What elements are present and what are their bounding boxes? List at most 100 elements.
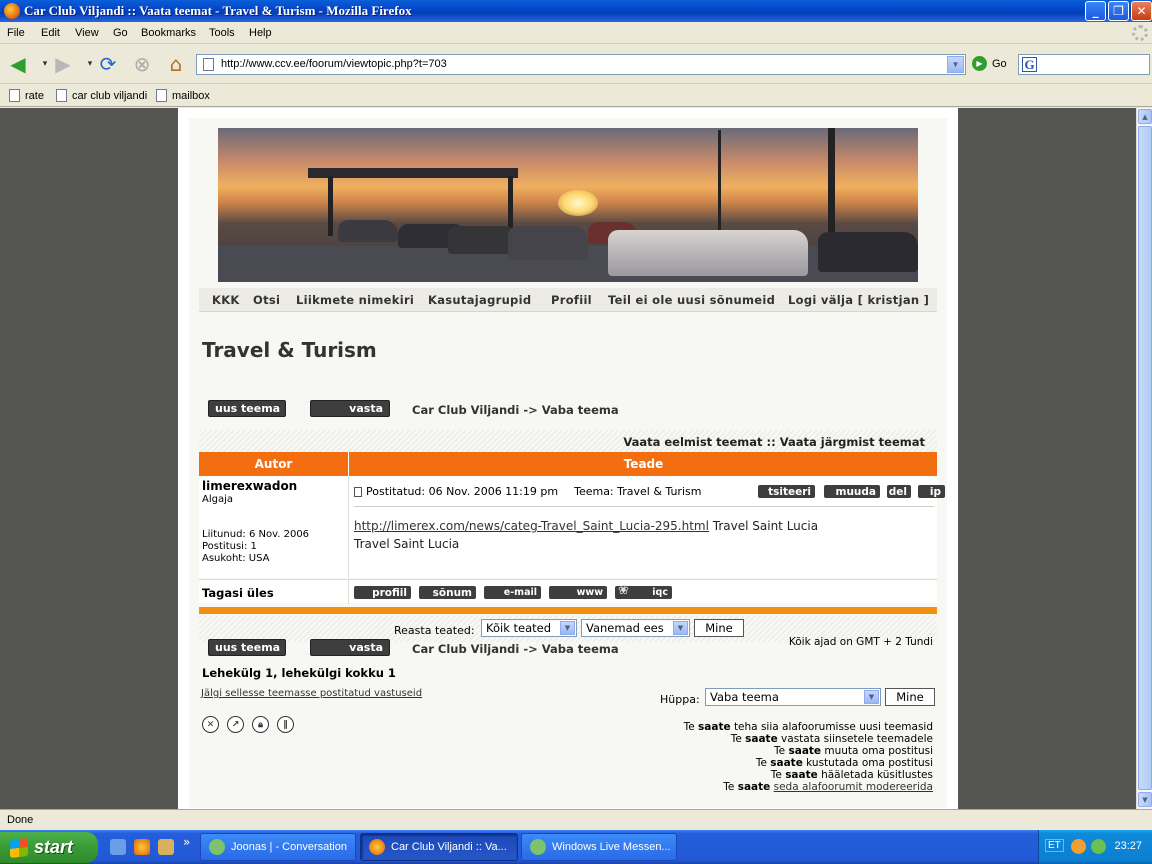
chevron-down-icon[interactable]: ▼ xyxy=(673,621,688,635)
navigation-toolbar: ◀ ▾ ▶ ▾ ⟳ ⊗ ⌂ http://www.ccv.ee/foorum/v… xyxy=(0,44,1152,84)
nav-profile[interactable]: Profiil xyxy=(551,293,592,307)
jump-go-button[interactable]: Mine xyxy=(885,688,935,706)
split-topic-icon[interactable]: ∥ xyxy=(277,716,294,733)
bookmark-page-icon xyxy=(56,89,67,102)
menu-bookmarks[interactable]: Bookmarks xyxy=(141,27,196,39)
menu-view[interactable]: View xyxy=(75,27,99,39)
nav-usergroups[interactable]: Kasutajagrupid xyxy=(428,293,531,307)
watch-topic-link[interactable]: Jälgi sellesse teemasse postitatud vastu… xyxy=(201,688,422,699)
nav-memberlist[interactable]: Liikmete nimekiri xyxy=(296,293,414,307)
post-link[interactable]: http://limerex.com/news/categ-Travel_Sai… xyxy=(354,519,709,533)
post-author-rank: Algaja xyxy=(202,494,234,505)
reply-button-bottom[interactable]: vasta xyxy=(310,639,390,656)
home-icon[interactable]: ⌂ xyxy=(163,51,189,77)
bookmark-car-club-viljandi[interactable]: car club viljandi xyxy=(56,89,147,102)
delete-button[interactable]: del xyxy=(887,485,911,498)
reload-icon[interactable]: ⟳ xyxy=(95,51,121,77)
firefox-quicklaunch-icon[interactable] xyxy=(134,839,150,855)
firefox-icon xyxy=(369,839,385,855)
page-title[interactable]: Travel & Turism xyxy=(202,338,377,362)
icq-button[interactable]: ❀ iqc xyxy=(615,583,672,599)
menu-help[interactable]: Help xyxy=(249,27,272,39)
nav-search[interactable]: Otsi xyxy=(253,293,280,307)
window-title: Car Club Viljandi :: Vaata teemat - Trav… xyxy=(24,3,412,18)
url-bar[interactable]: http://www.ccv.ee/foorum/viewtopic.php?t… xyxy=(196,54,966,75)
search-input[interactable]: G xyxy=(1018,54,1150,75)
pm-button[interactable]: sõnum xyxy=(419,586,476,599)
menu-go[interactable]: Go xyxy=(113,27,128,39)
bookmark-mailbox[interactable]: mailbox xyxy=(156,89,210,102)
ip-button[interactable]: ip xyxy=(918,485,945,498)
sort-filter-select[interactable]: Kõik teated ▼ xyxy=(481,619,577,637)
www-button[interactable]: www xyxy=(549,586,607,599)
author-location: Asukoht: USA xyxy=(202,553,270,564)
permissions-list: Te saate teha siia alafoorumisse uusi te… xyxy=(684,721,933,793)
vertical-scrollbar[interactable]: ▲ ▼ xyxy=(1136,108,1152,809)
banner-sun xyxy=(558,190,598,216)
prev-next-bar: Vaata eelmist teemat :: Vaata järgmist t… xyxy=(199,430,937,452)
chevron-down-icon[interactable]: ▼ xyxy=(864,690,879,704)
taskbar: start » Joonas | - Conversation Car Club… xyxy=(0,830,1152,864)
tray-expand-icon[interactable] xyxy=(1071,839,1086,854)
sort-order-select[interactable]: Vanemad ees ▼ xyxy=(581,619,690,637)
nav-logout[interactable]: Logi välja [ kristjan ] xyxy=(788,293,929,307)
breadcrumb[interactable]: Car Club Viljandi -> Vaba teema xyxy=(412,403,619,417)
edit-button[interactable]: muuda xyxy=(824,485,880,498)
show-desktop-icon[interactable] xyxy=(110,839,126,855)
nav-messages[interactable]: Teil ei ole uusi sõnumeid xyxy=(608,293,775,307)
quicklaunch-expand-icon[interactable]: » xyxy=(183,835,190,849)
post-separator xyxy=(354,506,934,507)
sort-go-button[interactable]: Mine xyxy=(694,619,744,637)
task-firefox[interactable]: Car Club Viljandi :: Va... xyxy=(360,833,518,861)
restore-button[interactable]: ❐ xyxy=(1108,1,1129,21)
permission-line: Te saate muuta oma postitusi xyxy=(774,745,933,757)
menu-edit[interactable]: Edit xyxy=(41,27,60,39)
language-indicator[interactable]: ET xyxy=(1045,839,1064,852)
google-icon[interactable]: G xyxy=(1022,57,1037,72)
scroll-down-icon[interactable]: ▼ xyxy=(1138,792,1152,807)
breadcrumb-bottom[interactable]: Car Club Viljandi -> Vaba teema xyxy=(412,642,619,656)
post-subject: Teema: Travel & Turism xyxy=(574,485,702,498)
back-to-top-cell: Tagasi üles xyxy=(199,580,349,604)
prev-next-topic-links[interactable]: Vaata eelmist teemat :: Vaata järgmist t… xyxy=(623,435,925,449)
scroll-thumb[interactable] xyxy=(1138,126,1152,790)
menu-tools[interactable]: Tools xyxy=(209,27,235,39)
lock-topic-icon[interactable]: 🔒︎ xyxy=(252,716,269,733)
author-column-header: Autor xyxy=(199,452,349,476)
messenger-icon xyxy=(209,839,225,855)
scroll-up-icon[interactable]: ▲ xyxy=(1138,109,1152,124)
back-arrow-icon[interactable]: ◀ xyxy=(5,51,31,77)
new-topic-button[interactable]: uus teema xyxy=(208,400,286,417)
browser-viewport: KKK Otsi Liikmete nimekiri Kasutajagrupi… xyxy=(0,108,1136,809)
url-dropdown-icon[interactable]: ▼ xyxy=(947,56,964,73)
task-messenger[interactable]: Windows Live Messen... xyxy=(521,833,677,861)
chevron-down-icon[interactable]: ▼ xyxy=(560,621,575,635)
forward-arrow-icon[interactable]: ▶ xyxy=(50,51,76,77)
new-topic-button-bottom[interactable]: uus teema xyxy=(208,639,286,656)
bookmark-rate[interactable]: rate xyxy=(9,89,44,102)
move-topic-icon[interactable]: ↗ xyxy=(227,716,244,733)
profile-button[interactable]: profiil xyxy=(354,586,411,599)
posts-table-header: Autor Teade xyxy=(199,452,937,476)
go-label: Go xyxy=(992,57,1007,70)
messenger-tray-icon[interactable] xyxy=(1091,839,1106,854)
email-button[interactable]: e-mail xyxy=(484,586,541,599)
go-button[interactable]: ▶ Go xyxy=(972,56,1007,71)
nav-faq[interactable]: KKK xyxy=(212,293,240,307)
moderate-forum-link[interactable]: seda alafoorumit modereerida xyxy=(774,781,933,793)
stop-icon[interactable]: ⊗ xyxy=(129,51,155,77)
post-author-cell: limerexwadon Algaja Liitunud: 6 Nov. 200… xyxy=(199,476,349,578)
delete-topic-icon[interactable]: ✕ xyxy=(202,716,219,733)
task-conversation[interactable]: Joonas | - Conversation xyxy=(200,833,356,861)
reply-button[interactable]: vasta xyxy=(310,400,390,417)
menu-file[interactable]: File xyxy=(7,27,25,39)
jump-select[interactable]: Vaba teema ▼ xyxy=(705,688,881,706)
start-button[interactable]: start xyxy=(0,832,98,863)
quicklaunch-app-icon[interactable] xyxy=(158,839,174,855)
url-text: http://www.ccv.ee/foorum/viewtopic.php?t… xyxy=(221,58,447,70)
minimize-button[interactable]: _ xyxy=(1085,1,1106,21)
close-button[interactable]: ✕ xyxy=(1131,1,1152,21)
messenger-icon xyxy=(530,839,546,855)
back-to-top-link[interactable]: Tagasi üles xyxy=(202,586,274,600)
quote-button[interactable]: tsiteeri xyxy=(758,485,815,498)
